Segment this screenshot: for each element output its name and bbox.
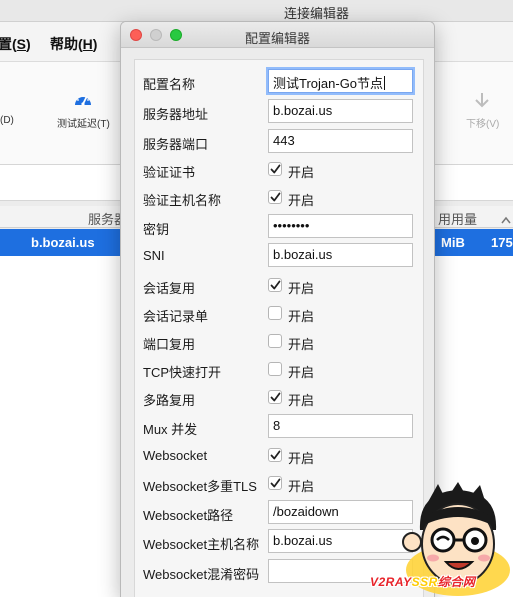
- dialog-title: 配置编辑器: [244, 31, 310, 46]
- enable-checkbox[interactable]: [268, 390, 282, 404]
- text-field[interactable]: /bozaidown: [268, 500, 413, 524]
- speedometer-icon[interactable]: [73, 90, 93, 111]
- field-label: 服务器地址: [143, 107, 209, 122]
- checkbox-label: 开启: [288, 365, 315, 380]
- form-row: Websocket 开启: [135, 442, 423, 470]
- form-row: 服务器地址 b.bozai.us: [135, 98, 423, 126]
- enable-checkbox[interactable]: [268, 306, 282, 320]
- enable-checkbox[interactable]: [268, 334, 282, 348]
- field-label: SNI: [143, 248, 165, 263]
- form-row: Mux 并发 8: [135, 413, 423, 441]
- form-row: TCP快速打开 开启: [135, 356, 423, 384]
- field-label: 验证证书: [143, 165, 196, 180]
- watermark-text: V2RAYSSR综合网: [370, 575, 476, 589]
- field-label: TCP快速打开: [143, 365, 222, 380]
- form-row: 服务器端口 443: [135, 128, 423, 156]
- field-label: 密钥: [143, 222, 170, 237]
- checkbox-label: 开启: [288, 281, 315, 296]
- checkmark-icon: [270, 280, 281, 290]
- menu-help[interactable]: 帮助(H): [50, 34, 97, 54]
- text-field-value: 8: [273, 418, 281, 433]
- move-down-button[interactable]: 下移(V): [466, 115, 499, 130]
- form-row: 多路复用 开启: [135, 384, 423, 412]
- checkmark-icon: [270, 164, 281, 174]
- column-header-usage[interactable]: 用用量: [438, 209, 477, 228]
- form-row: SNI b.bozai.us: [135, 242, 423, 270]
- field-label: Websocket主机名称: [143, 537, 260, 552]
- checkmark-icon: [270, 450, 281, 460]
- form-row: 密钥 ••••••••: [135, 213, 423, 241]
- checkbox-label: 开启: [288, 393, 315, 408]
- main-window-title: 连接编辑器: [283, 6, 349, 21]
- text-field[interactable]: b.bozai.us: [268, 243, 413, 267]
- text-field[interactable]: 测试Trojan-Go节点: [268, 69, 413, 93]
- checkbox-label: 开启: [288, 479, 315, 494]
- form-row: 会话复用 开启: [135, 272, 423, 300]
- form-row: 会话记录单 开启: [135, 300, 423, 328]
- text-caret: [384, 76, 386, 90]
- field-label: 服务器端口: [143, 137, 209, 152]
- form-row: Websocket主机名称 b.bozai.us: [135, 528, 423, 556]
- checkbox-label: 开启: [288, 165, 315, 180]
- text-field-value: b.bozai.us: [273, 533, 333, 548]
- enable-checkbox[interactable]: [268, 448, 282, 462]
- field-label: 配置名称: [143, 77, 196, 92]
- form-row: 配置名称 测试Trojan-Go节点: [135, 68, 423, 96]
- field-label: Websocket混淆密码: [143, 567, 260, 582]
- field-label: Websocket: [143, 448, 208, 463]
- config-form: 配置名称 测试Trojan-Go节点服务器地址 b.bozai.us 服务器端口 443…: [134, 59, 424, 597]
- checkbox-label: 开启: [288, 337, 315, 352]
- text-field-value: b.bozai.us: [273, 247, 333, 262]
- checkbox-label: 开启: [288, 193, 315, 208]
- text-field-value: ••••••••: [273, 218, 310, 233]
- checkmark-icon: [270, 478, 281, 488]
- field-label: 端口复用: [143, 337, 196, 352]
- field-label: 会话记录单: [143, 309, 209, 324]
- text-field-value: /bozaidown: [273, 504, 339, 519]
- row-usage-unit: MiB: [441, 235, 465, 250]
- field-label: Websocket路径: [143, 508, 234, 523]
- checkmark-icon: [270, 392, 281, 402]
- dialog-titlebar[interactable]: 配置编辑器: [121, 22, 434, 48]
- field-label: 验证主机名称: [143, 193, 222, 208]
- form-row: Websocket路径/bozaidown: [135, 499, 423, 527]
- form-row: 端口复用 开启: [135, 328, 423, 356]
- checkbox-label: 开启: [288, 309, 315, 324]
- test-latency-button[interactable]: 测试延迟(T): [57, 115, 110, 130]
- chevron-up-icon[interactable]: [501, 212, 511, 224]
- enable-checkbox[interactable]: [268, 162, 282, 176]
- field-label: 多路复用: [143, 393, 196, 408]
- form-row: 验证主机名称 开启: [135, 184, 423, 212]
- main-window-titlebar: 连接编辑器: [0, 0, 513, 22]
- text-field-value: 443: [273, 133, 295, 148]
- row-address: b.bozai.us: [31, 235, 95, 250]
- text-field[interactable]: ••••••••: [268, 214, 413, 238]
- field-label: 会话复用: [143, 281, 196, 296]
- form-row: 验证证书 开启: [135, 156, 423, 184]
- text-field[interactable]: 443: [268, 129, 413, 153]
- menu-settings[interactable]: 置(S): [0, 34, 31, 54]
- enable-checkbox[interactable]: [268, 190, 282, 204]
- config-editor-dialog: 配置编辑器 配置名称 测试Trojan-Go节点 服务器地址 b.bozai.us 服务…: [120, 21, 435, 597]
- text-field[interactable]: b.bozai.us: [268, 99, 413, 123]
- arrow-down-icon[interactable]: [475, 92, 489, 111]
- text-field[interactable]: b.bozai.us: [268, 529, 413, 553]
- field-label: Mux 并发: [143, 422, 198, 437]
- row-usage-value: 175: [491, 235, 513, 250]
- enable-checkbox[interactable]: [268, 278, 282, 292]
- text-field-value: b.bozai.us: [273, 103, 333, 118]
- enable-checkbox[interactable]: [268, 476, 282, 490]
- text-field[interactable]: 8: [268, 414, 413, 438]
- enable-checkbox[interactable]: [268, 362, 282, 376]
- checkbox-label: 开启: [288, 451, 315, 466]
- text-field-value: 测试Trojan-Go节点: [273, 76, 384, 91]
- checkmark-icon: [270, 192, 281, 202]
- field-label: Websocket多重TLS: [143, 479, 257, 494]
- toolbar-partial-label[interactable]: (D): [0, 115, 14, 126]
- form-row: Websocket多重TLS 开启: [135, 470, 423, 498]
